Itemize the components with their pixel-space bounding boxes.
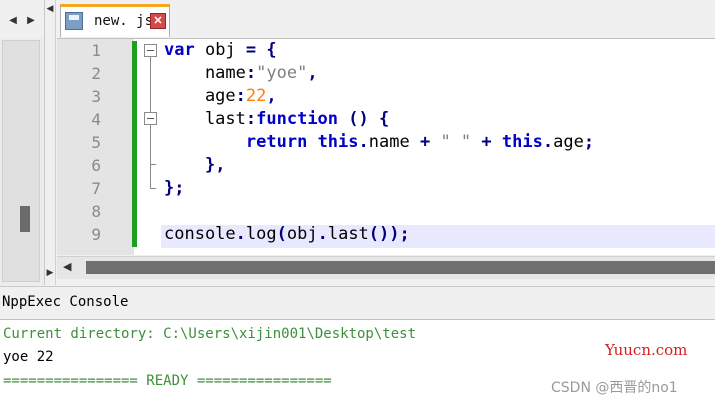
- code-token: 22: [245, 86, 267, 106]
- fold-toggle-icon[interactable]: [144, 44, 157, 57]
- code-line: return this.name + " " + this.age;: [164, 131, 594, 154]
- console-header: NppExec Console: [0, 286, 715, 320]
- code-token: ;: [583, 132, 595, 152]
- panel-scrollbar-thumb[interactable]: [20, 206, 30, 232]
- code-editor[interactable]: 1 2 3 4 5 6 7 8 9 var obj = { name:"yoe"…: [57, 39, 715, 255]
- code-line: age:22,: [164, 85, 277, 108]
- code-token: {: [266, 40, 277, 60]
- code-token: console: [164, 224, 236, 244]
- watermark-site: Yuucn.com: [605, 341, 688, 359]
- code-token: :: [235, 86, 246, 106]
- code-token: .: [542, 132, 554, 152]
- code-token: },: [204, 155, 226, 175]
- line-number: 9: [91, 225, 101, 244]
- code-token: obj: [194, 40, 246, 60]
- code-line: };: [164, 177, 184, 200]
- code-token: age: [164, 86, 236, 106]
- code-token: };: [164, 178, 185, 198]
- save-icon: [65, 12, 83, 30]
- code-token: (: [276, 224, 287, 244]
- code-token: .: [317, 224, 328, 244]
- line-number: 6: [91, 156, 101, 175]
- panel-splitter[interactable]: [45, 0, 56, 285]
- code-token: obj: [286, 224, 318, 244]
- code-token: var: [164, 40, 195, 60]
- code-token: name: [368, 132, 420, 152]
- change-history-bar: [132, 41, 137, 247]
- code-token: :: [245, 63, 257, 83]
- code-token: last: [164, 109, 246, 129]
- code-token: :: [245, 109, 257, 129]
- code-token: name: [164, 63, 246, 83]
- horizontal-scrollbar[interactable]: ◀: [57, 256, 715, 279]
- fold-guide-line: [150, 164, 151, 188]
- panel-scrollbar[interactable]: [2, 40, 40, 282]
- code-token: +: [419, 132, 431, 152]
- watermark-author: CSDN @西晋的no1: [551, 380, 678, 396]
- close-icon[interactable]: ✕: [150, 13, 166, 29]
- code-line: last:function () {: [164, 108, 389, 131]
- tab-label: new. js: [94, 13, 154, 29]
- code-token: return: [245, 132, 308, 152]
- scroll-left-arrow-icon[interactable]: ◀: [63, 260, 71, 273]
- code-line: name:"yoe",: [164, 62, 318, 85]
- code-token: +: [481, 132, 492, 152]
- code-token: ,: [266, 86, 277, 106]
- code-token: log: [245, 224, 277, 244]
- line-number: 8: [91, 202, 101, 221]
- tab-bar: new. js ✕: [57, 0, 715, 39]
- code-line: console.log(obj.last());: [164, 223, 410, 246]
- line-number: 2: [91, 64, 101, 83]
- scroll-left-arrow-icon[interactable]: ◀: [6, 12, 20, 28]
- code-token: " ": [440, 132, 472, 152]
- splitter-collapse-arrow-icon[interactable]: ◀: [46, 4, 54, 14]
- fold-guide-line: [150, 125, 151, 164]
- code-token: .: [358, 132, 369, 152]
- console-title: NppExec Console: [2, 294, 129, 310]
- code-token: (): [348, 109, 369, 129]
- code-token: "yoe": [256, 63, 308, 83]
- line-number: 4: [91, 110, 101, 129]
- line-number: 3: [91, 87, 101, 106]
- code-line: },: [164, 154, 225, 177]
- fold-margin: [139, 39, 159, 255]
- console-line: yoe 22: [3, 349, 54, 365]
- code-token: this: [501, 132, 543, 152]
- panel-nav-bar: ◀ ▶: [0, 0, 44, 38]
- fold-toggle-icon[interactable]: [144, 112, 157, 125]
- line-number: 1: [91, 41, 101, 60]
- code-token: ,: [307, 63, 318, 83]
- code-token: .: [235, 224, 246, 244]
- fold-end-tick: [150, 188, 156, 189]
- line-number: 7: [91, 179, 101, 198]
- code-token: this: [317, 132, 359, 152]
- code-token: =: [245, 40, 257, 60]
- splitter-expand-arrow-icon[interactable]: ▶: [46, 268, 54, 278]
- code-token: age: [553, 132, 584, 152]
- code-token: function: [256, 109, 339, 129]
- line-number: 5: [91, 133, 101, 152]
- scroll-right-arrow-icon[interactable]: ▶: [24, 12, 38, 28]
- code-token: ());: [368, 224, 410, 244]
- code-token: {: [379, 109, 390, 129]
- tab-new-js[interactable]: new. js ✕: [60, 4, 170, 37]
- horizontal-scrollbar-thumb[interactable]: [86, 261, 715, 274]
- fold-guide-line: [150, 57, 151, 112]
- console-line: Current directory: C:\Users\xijin001\Des…: [3, 326, 417, 342]
- code-token: last: [327, 224, 369, 244]
- console-line: ================ READY ================: [3, 373, 332, 389]
- code-line: var obj = {: [164, 39, 277, 62]
